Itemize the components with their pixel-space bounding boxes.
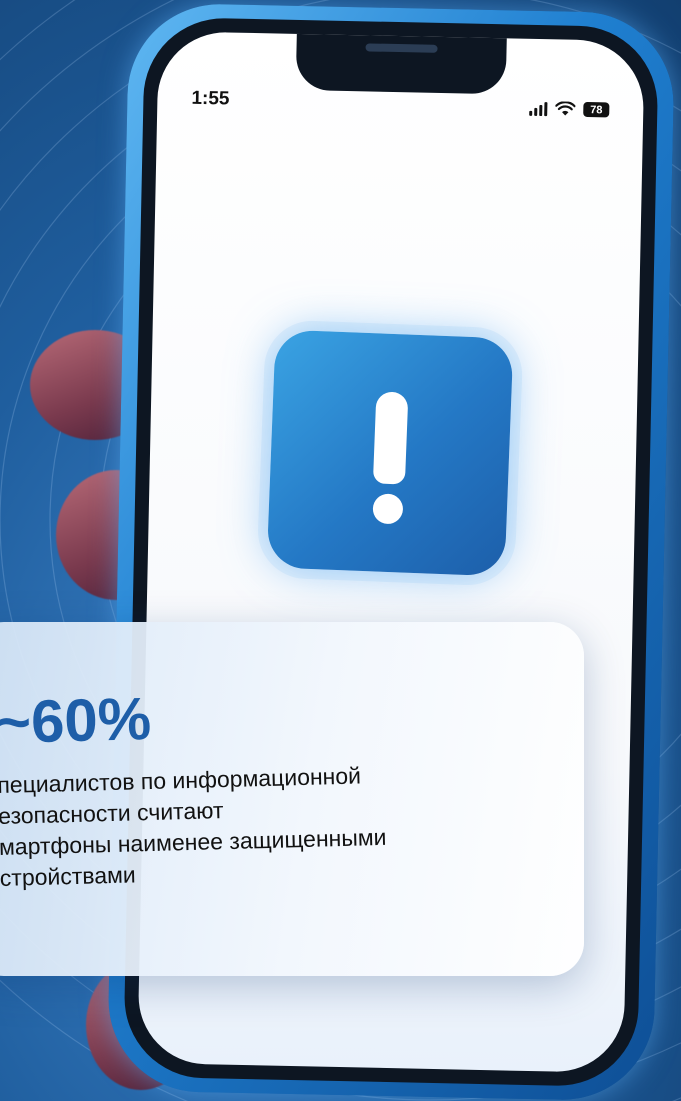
- exclamation-bar: [372, 391, 409, 485]
- battery-icon: 78: [583, 101, 610, 118]
- status-icons: 78: [529, 101, 610, 118]
- exclamation-alert-icon: [266, 329, 514, 577]
- exclamation-dot: [372, 493, 404, 525]
- earpiece-speaker: [365, 43, 438, 53]
- phone-notch: [295, 31, 507, 95]
- cellular-signal-icon: [529, 101, 548, 116]
- status-time: 1:55: [191, 87, 230, 110]
- stat-card: ~60% пециалистов по информационной езопа…: [0, 622, 584, 976]
- stat-value: ~60%: [0, 684, 152, 756]
- wifi-icon: [555, 101, 576, 116]
- stat-description: пециалистов по информационной езопасност…: [0, 760, 388, 894]
